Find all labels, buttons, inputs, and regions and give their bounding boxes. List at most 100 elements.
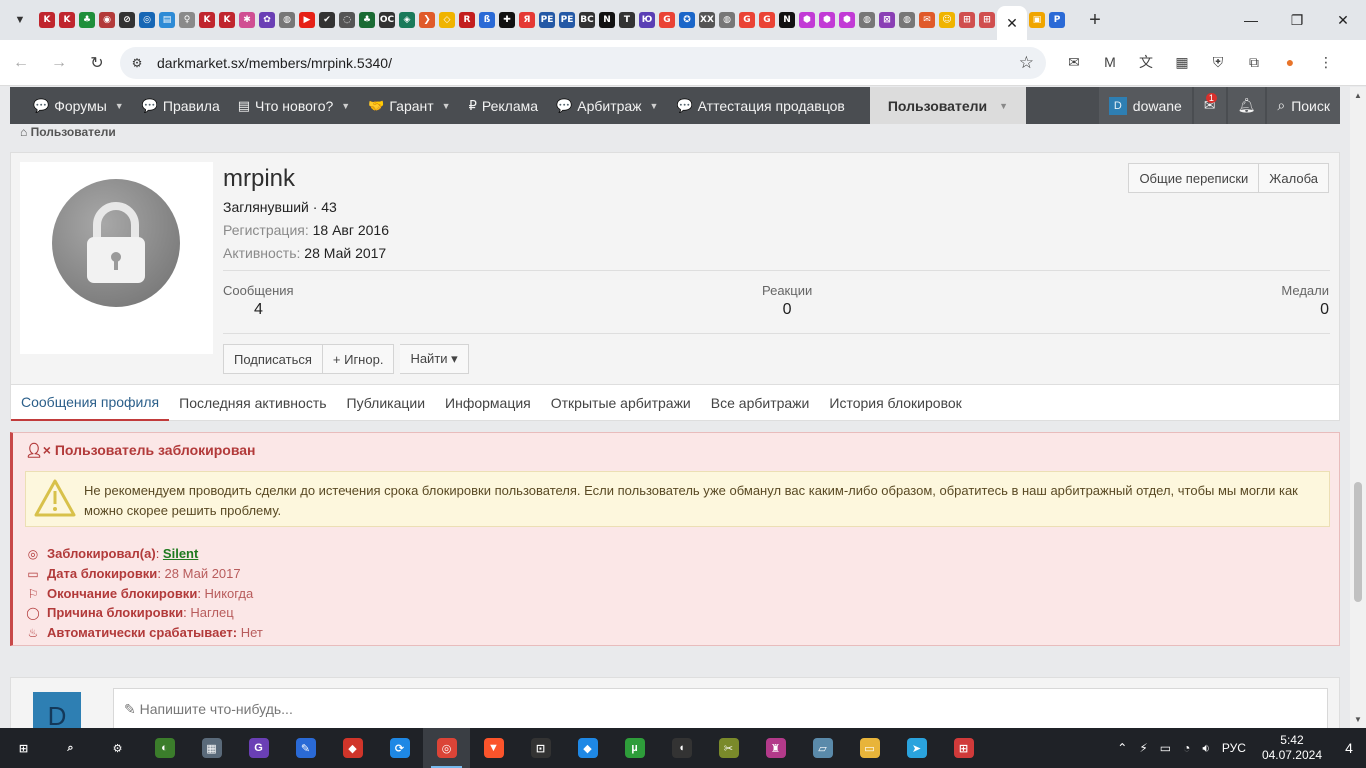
stat-medals[interactable]: Медали 0 [1281, 283, 1329, 319]
nav-item-4[interactable]: ₽ Реклама [460, 87, 547, 124]
browser-tab[interactable]: ▤ [157, 6, 177, 34]
chevron-up-icon[interactable]: ⌃ [1111, 741, 1133, 755]
taskbar-app[interactable]: ♜ [752, 728, 799, 768]
minimize-button[interactable]: — [1228, 0, 1274, 40]
browser-tab[interactable]: R [457, 6, 477, 34]
common-conversations-button[interactable]: Общие переписки [1128, 163, 1260, 193]
nav-item-5[interactable]: 💬 Арбитраж ▼ [547, 87, 667, 124]
browser-tab[interactable]: ◎ [137, 6, 157, 34]
browser-tab[interactable]: ♀ [177, 6, 197, 34]
browser-tab[interactable]: ⊞ [957, 6, 977, 34]
taskbar-app[interactable]: ⟳ [376, 728, 423, 768]
browser-tab[interactable]: ✔ [317, 6, 337, 34]
browser-tab[interactable]: ☺ [937, 6, 957, 34]
taskbar-app[interactable]: ▼ [470, 728, 517, 768]
clock[interactable]: 5:42 04.07.2024 [1252, 733, 1332, 763]
language-indicator[interactable]: РУС [1216, 741, 1252, 755]
browser-tab[interactable]: ⬢ [837, 6, 857, 34]
taskbar-app[interactable]: µ [611, 728, 658, 768]
nav-item-6[interactable]: 💬 Аттестация продавцов [667, 87, 853, 124]
browser-tab[interactable]: ◈ [397, 6, 417, 34]
taskbar-app[interactable]: ✎ [282, 728, 329, 768]
page-scrollbar[interactable]: ▲ ▼ [1350, 87, 1366, 728]
gmail-icon[interactable]: M [1096, 48, 1124, 76]
puzzle-icon[interactable]: ⧉ [1240, 48, 1268, 76]
taskbar-app[interactable]: ◆ [329, 728, 376, 768]
subscribe-button[interactable]: Подписаться [223, 344, 323, 374]
browser-tab[interactable]: Я [517, 6, 537, 34]
taskbar-app[interactable]: ✂ [705, 728, 752, 768]
breadcrumb[interactable]: ⌂ Пользователи [20, 125, 116, 139]
close-window-button[interactable]: ✕ [1320, 0, 1366, 40]
browser-tab[interactable]: OC [377, 6, 397, 34]
scroll-up-icon[interactable]: ▲ [1354, 91, 1362, 100]
browser-tab[interactable]: ✉ [917, 6, 937, 34]
browser-tab[interactable]: ▶ [297, 6, 317, 34]
taskbar-app[interactable]: ◆ [564, 728, 611, 768]
profile-icon[interactable]: ● [1276, 48, 1304, 76]
tab-search-button[interactable]: ▼ [7, 7, 33, 33]
maximize-button[interactable]: ❐ [1274, 0, 1320, 40]
profile-tab[interactable]: Сообщения профиля [11, 385, 170, 421]
nav-item-3[interactable]: 🤝 Гарант ▼ [359, 87, 459, 124]
browser-tab[interactable]: PE [537, 6, 557, 34]
browser-tab[interactable]: ⊠ [877, 6, 897, 34]
taskbar-app[interactable]: ◎ [423, 728, 470, 768]
back-button[interactable]: ← [4, 46, 38, 80]
browser-tab[interactable]: ⬢ [817, 6, 837, 34]
mail-icon[interactable]: ✉ [1060, 48, 1088, 76]
taskbar-app[interactable]: ◖ [658, 728, 705, 768]
banned-by-link[interactable]: Silent [163, 546, 198, 561]
browser-tab[interactable]: T [617, 6, 637, 34]
profile-tab[interactable]: Последняя активность [169, 385, 336, 421]
url-text[interactable]: darkmarket.sx/members/mrpink.5340/ [157, 55, 392, 71]
nav-item-0[interactable]: 💬 Форумы ▼ [24, 87, 133, 124]
report-button[interactable]: Жалоба [1259, 163, 1329, 193]
address-bar[interactable]: ⚙ darkmarket.sx/members/mrpink.5340/ ☆ [120, 47, 1046, 79]
volume-icon[interactable]: 🔉︎ [1196, 741, 1216, 756]
alerts-button[interactable]: 🔔︎ [1227, 87, 1266, 124]
find-button[interactable]: Найти ▾ [400, 344, 469, 374]
browser-tab[interactable]: ♣ [77, 6, 97, 34]
browser-tab[interactable]: ◇ [437, 6, 457, 34]
browser-tab[interactable]: ◍ [277, 6, 297, 34]
taskbar-app[interactable]: ➤ [893, 728, 940, 768]
profile-tab[interactable]: Информация [435, 385, 541, 421]
taskbar-app[interactable]: ▱ [799, 728, 846, 768]
menu-icon[interactable]: ⋮ [1312, 48, 1340, 76]
conversations-button[interactable]: ✉ 1 [1193, 87, 1226, 124]
network-app-icon[interactable]: ⚡ [1133, 741, 1153, 755]
browser-tab[interactable]: ⬢ [797, 6, 817, 34]
browser-tab[interactable]: K [57, 6, 77, 34]
browser-tab[interactable]: ▣ [1027, 6, 1047, 34]
close-tab-icon[interactable]: ✕ [1006, 15, 1018, 32]
browser-tab[interactable]: ◍ [897, 6, 917, 34]
taskbar-app[interactable]: ⊡ [517, 728, 564, 768]
profile-tab[interactable]: Публикации [337, 385, 435, 421]
browser-tab[interactable]: ✿ [257, 6, 277, 34]
chevron-down-icon[interactable]: ▼ [999, 101, 1008, 111]
browser-tab[interactable]: K [217, 6, 237, 34]
chevron-down-icon[interactable]: ▼ [115, 101, 124, 111]
taskbar-app[interactable]: ⚙ [94, 728, 141, 768]
breadcrumb-item[interactable]: Пользователи [31, 125, 116, 139]
browser-tab[interactable]: ♣ [357, 6, 377, 34]
browser-tab[interactable]: ✪ [677, 6, 697, 34]
browser-tab[interactable]: ✚ [497, 6, 517, 34]
browser-tab[interactable]: ◍ [717, 6, 737, 34]
battery-icon[interactable]: ▭ [1154, 741, 1177, 755]
start-button[interactable]: ⊞ [0, 728, 47, 768]
nav-item-users[interactable]: Пользователи ▼ [869, 87, 1027, 124]
browser-tab[interactable]: PE [557, 6, 577, 34]
browser-tab[interactable]: BC [577, 6, 597, 34]
browser-tab[interactable]: G [657, 6, 677, 34]
bookmark-star-icon[interactable]: ☆ [1019, 53, 1034, 73]
browser-tab[interactable]: ◉ [97, 6, 117, 34]
chevron-down-icon[interactable]: ▼ [650, 101, 659, 111]
browser-tab[interactable]: K [197, 6, 217, 34]
browser-tab[interactable]: ◍ [857, 6, 877, 34]
browser-tab[interactable]: ⊞ [977, 6, 997, 34]
taskbar-app[interactable]: ⊞ [940, 728, 987, 768]
chevron-down-icon[interactable]: ▼ [442, 101, 451, 111]
forward-button[interactable]: → [42, 46, 76, 80]
